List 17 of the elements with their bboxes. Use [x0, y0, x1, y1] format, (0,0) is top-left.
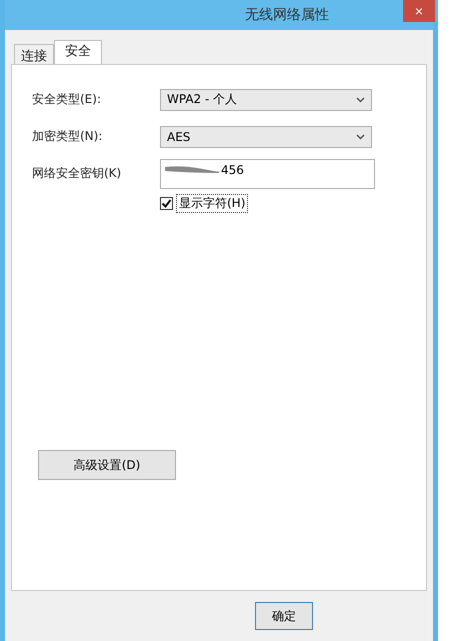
window-title: 无线网络属性 [245, 6, 329, 24]
checkmark-icon [161, 198, 172, 209]
field-label: 网络安全密钥(K) [32, 165, 122, 182]
tab[interactable]: 安全 [54, 40, 102, 64]
advanced-settings-button[interactable]: 高级设置(D) [38, 450, 176, 480]
checkbox[interactable] [160, 197, 173, 210]
chevron-icon [356, 134, 365, 140]
ok-button[interactable]: 确定 [255, 602, 313, 630]
close-button[interactable]: × [403, 0, 435, 22]
input-field[interactable]: 456 [160, 158, 375, 188]
field-label: 加密类型(N): [32, 128, 104, 145]
chevron-icon [356, 96, 365, 102]
tab[interactable]: 连接 [14, 44, 54, 64]
field-label: 安全类型(E): [32, 91, 102, 108]
checkbox-label[interactable]: 显示字符(H) [176, 194, 248, 213]
dropdown[interactable]: WPA2 - 个人 [160, 88, 372, 110]
dropdown[interactable]: AES [160, 126, 372, 148]
